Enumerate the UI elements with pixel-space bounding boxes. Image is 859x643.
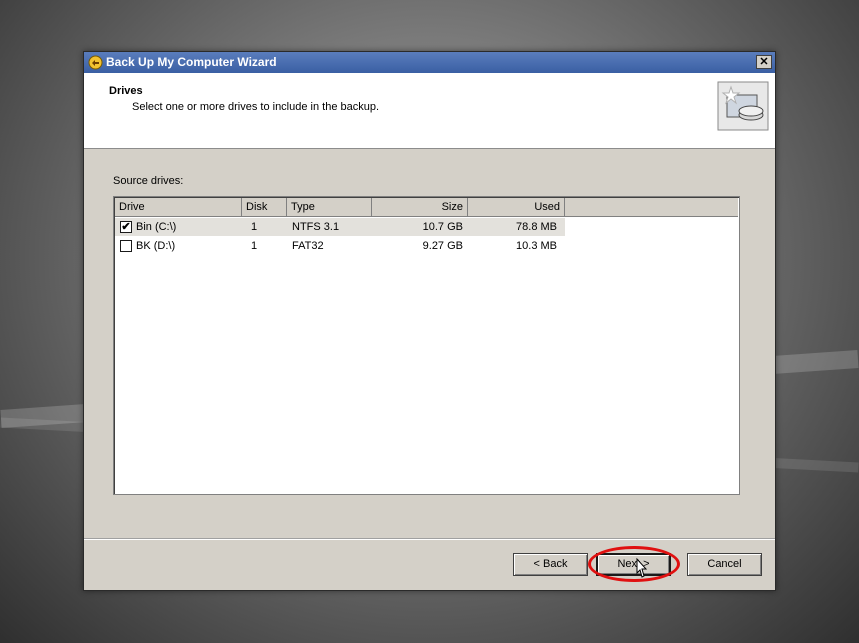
drive-size: 10.7 GB	[422, 221, 463, 233]
column-header-drive[interactable]: Drive	[115, 198, 242, 216]
button-separator	[84, 538, 775, 540]
page-title: Drives	[109, 85, 143, 97]
drive-checkbox[interactable]	[120, 240, 132, 252]
drive-used: 10.3 MB	[516, 240, 557, 252]
drive-disk: 1	[251, 221, 258, 233]
close-button[interactable]: ✕	[756, 55, 772, 69]
column-header-used[interactable]: Used	[468, 198, 565, 216]
close-icon: ✕	[759, 56, 769, 68]
cancel-button[interactable]: Cancel	[687, 553, 762, 576]
mouse-cursor-icon	[636, 557, 648, 578]
drive-checkbox[interactable]: ✔	[120, 221, 132, 233]
drive-size: 9.27 GB	[422, 240, 463, 252]
drive-name: Bin (C:\)	[136, 221, 177, 233]
drive-type: NTFS 3.1	[292, 221, 340, 233]
list-column-header: Drive Disk Type Size Used	[115, 198, 738, 217]
column-header-type[interactable]: Type	[287, 198, 372, 216]
drive-used: 78.8 MB	[516, 221, 557, 233]
wizard-dialog: Back Up My Computer Wizard ✕ Drives Sele…	[83, 51, 776, 591]
drive-disk: 1	[251, 240, 258, 252]
list-row-c-drive[interactable]: ✔ Bin (C:\) 1 NTFS 3.1 10.7 GB 78.8 MB	[115, 218, 738, 236]
backup-wizard-icon	[88, 55, 103, 70]
drives-backup-icon	[717, 81, 769, 131]
window-title: Back Up My Computer Wizard	[106, 55, 277, 69]
wizard-header: Drives Select one or more drives to incl…	[84, 73, 775, 149]
drive-name: BK (D:\)	[136, 240, 176, 252]
column-header-disk[interactable]: Disk	[242, 198, 287, 216]
back-button[interactable]: < Back	[513, 553, 588, 576]
column-header-filler	[565, 198, 738, 216]
page-subtitle: Select one or more drives to include in …	[132, 101, 380, 113]
column-header-size[interactable]: Size	[372, 198, 468, 216]
drive-type: FAT32	[292, 240, 324, 252]
source-drives-label: Source drives:	[113, 175, 184, 187]
title-bar[interactable]: Back Up My Computer Wizard ✕	[84, 52, 775, 73]
drives-list[interactable]: Drive Disk Type Size Used ✔ Bin (C:\) 1 …	[113, 196, 740, 495]
list-row-d-drive[interactable]: BK (D:\) 1 FAT32 9.27 GB 10.3 MB	[115, 237, 738, 255]
